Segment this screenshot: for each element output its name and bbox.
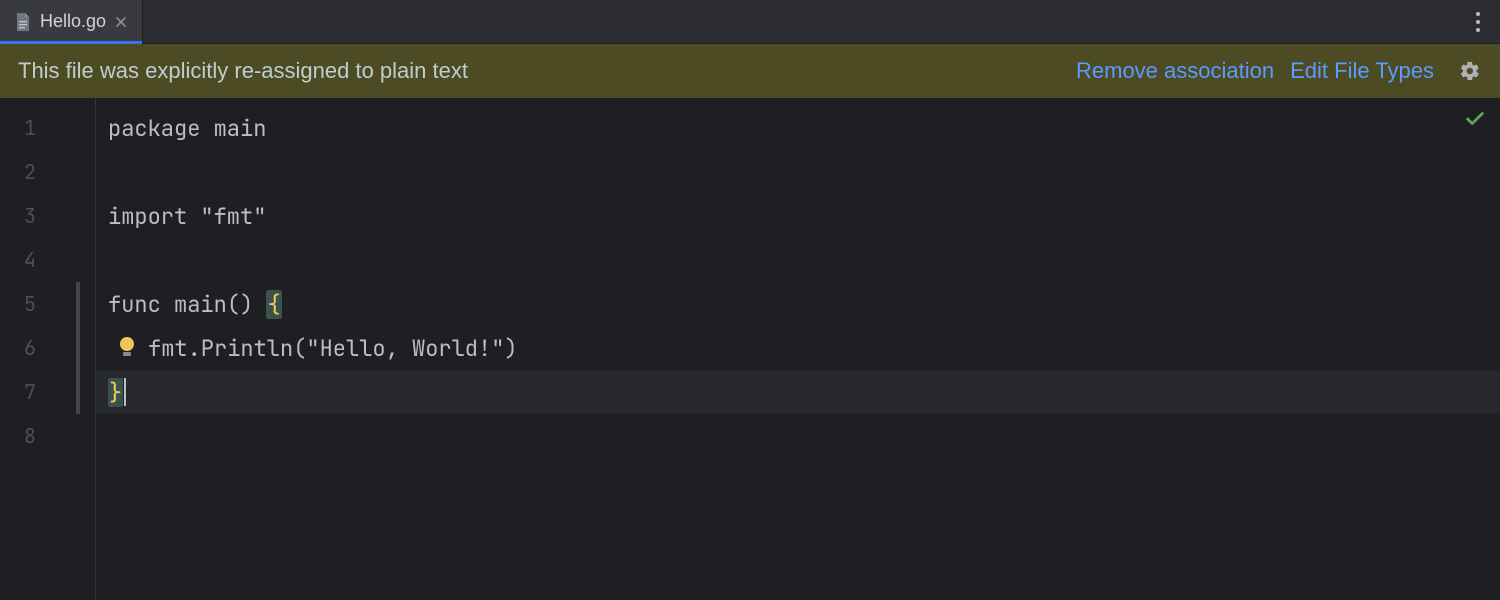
- code-line[interactable]: [96, 238, 1500, 282]
- intention-bulb-icon[interactable]: [116, 337, 138, 359]
- line-number: 1: [0, 115, 44, 141]
- file-tab[interactable]: Hello.go: [0, 0, 143, 43]
- file-icon: [14, 13, 32, 31]
- active-tab-indicator: [0, 41, 142, 44]
- tab-filename: Hello.go: [40, 11, 106, 32]
- line-number: 3: [0, 203, 44, 229]
- code-line[interactable]: import "fmt": [96, 194, 1500, 238]
- line-number: 7: [0, 379, 44, 405]
- line-number: 8: [0, 423, 44, 449]
- code-line[interactable]: func main() {: [96, 282, 1500, 326]
- code-line[interactable]: [96, 150, 1500, 194]
- line-number: 4: [0, 247, 44, 273]
- edit-file-types-link[interactable]: Edit File Types: [1290, 58, 1434, 84]
- line-number: 5: [0, 291, 44, 317]
- remove-association-link[interactable]: Remove association: [1076, 58, 1274, 84]
- gear-icon[interactable]: [1458, 59, 1482, 83]
- tab-options-button[interactable]: [1456, 0, 1500, 43]
- code-line[interactable]: [96, 414, 1500, 458]
- file-type-banner: This file was explicitly re-assigned to …: [0, 44, 1500, 98]
- banner-message: This file was explicitly re-assigned to …: [18, 58, 1060, 84]
- brace-open: {: [266, 290, 281, 319]
- close-icon[interactable]: [114, 15, 128, 29]
- code-editor[interactable]: 1 2 3 4 5 6 7 8 package main import "fmt…: [0, 98, 1500, 600]
- line-number: 2: [0, 159, 44, 185]
- more-vertical-icon: [1475, 11, 1481, 33]
- tab-bar: Hello.go: [0, 0, 1500, 44]
- editor-window: Hello.go This file was explicitly re-ass…: [0, 0, 1500, 600]
- code-line[interactable]: package main: [96, 106, 1500, 150]
- gutter: 1 2 3 4 5 6 7 8: [0, 98, 96, 600]
- code-line[interactable]: fmt.Println("Hello, World!"): [96, 326, 1500, 370]
- code-area[interactable]: package main import "fmt" func main() { …: [96, 98, 1500, 600]
- brace-close: }: [108, 378, 123, 407]
- code-line[interactable]: }: [96, 370, 1500, 414]
- caret: [124, 378, 126, 406]
- line-number: 6: [0, 335, 44, 361]
